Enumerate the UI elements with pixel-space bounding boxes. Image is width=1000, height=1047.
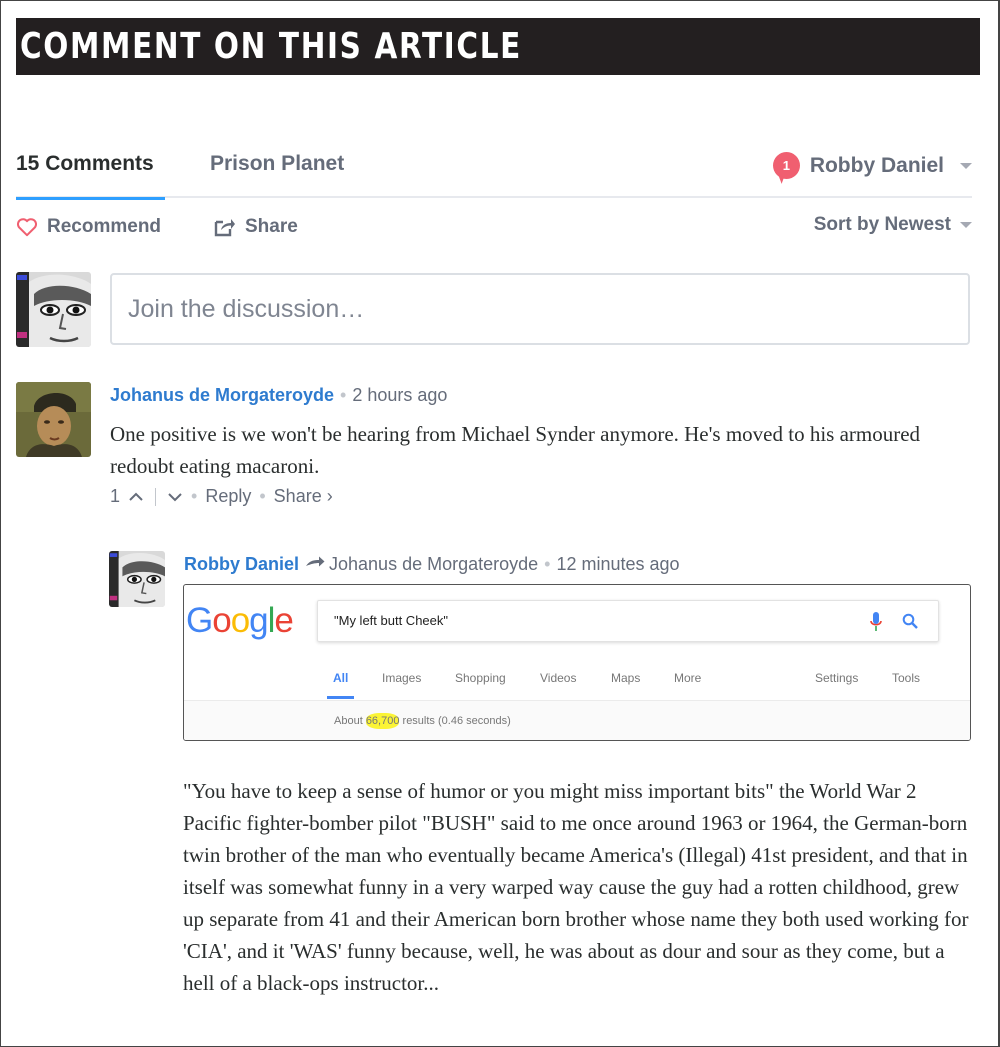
user-name[interactable]: Robby Daniel: [810, 154, 944, 178]
heart-icon: [16, 218, 38, 237]
comment-composer[interactable]: [110, 273, 970, 345]
stats-bar: [184, 701, 970, 740]
stats-suffix: results (0.46 seconds): [402, 715, 511, 727]
search-box: "My left butt Cheek": [317, 600, 939, 642]
comment-body: "You have to keep a sense of humor or yo…: [183, 779, 969, 995]
stats-prefix: About: [334, 715, 363, 727]
search-tabs: All Images Shopping Videos Maps More Set…: [184, 665, 970, 701]
comment-footer: 1 • Reply • Share ›: [110, 486, 333, 507]
recommend-button[interactable]: Recommend: [16, 216, 161, 238]
vote-count: 1: [110, 486, 121, 506]
search-tab: All: [327, 671, 355, 699]
separator-dot: •: [340, 385, 347, 405]
search-tab: Maps: [611, 671, 641, 685]
avatar[interactable]: [16, 382, 91, 457]
share-button[interactable]: Share: [214, 216, 298, 238]
avatar[interactable]: [109, 551, 165, 607]
reply-link[interactable]: Reply: [205, 486, 251, 507]
stats-count-highlighted: 66,700: [365, 713, 400, 729]
upvote-icon[interactable]: [128, 492, 144, 502]
chevron-down-icon[interactable]: [960, 222, 972, 228]
reply-arrow-icon: [306, 556, 325, 567]
search-tab: Images: [382, 671, 422, 685]
search-query: "My left butt Cheek": [334, 613, 448, 628]
search-tab: More: [674, 671, 702, 685]
separator-dot: •: [544, 554, 551, 574]
result-stats: About 66,700 results (0.46 seconds): [334, 713, 511, 729]
comment-header: Johanus de Morgateroyde • 2 hours ago: [110, 385, 447, 406]
sort-label: Sort by Newest: [813, 214, 951, 235]
tab-site[interactable]: Prison Planet: [210, 152, 344, 192]
search-tab: Shopping: [455, 671, 506, 685]
thread-actions: Recommend Share Sort by Newest: [16, 214, 972, 244]
microphone-icon: [870, 612, 882, 631]
separator-dot: •: [259, 486, 266, 506]
comment-author[interactable]: Robby Daniel: [184, 554, 299, 575]
disqus-tabs: 15 Comments Prison Planet 1 Robby Daniel: [16, 150, 972, 200]
share-link[interactable]: Share ›: [274, 486, 333, 507]
share-label: Share: [245, 216, 298, 237]
separator-dot: •: [191, 486, 198, 506]
reply-header: Robby Daniel Johanus de Morgateroyde • 1…: [184, 554, 680, 575]
avatar-image: [16, 382, 91, 457]
avatar[interactable]: [16, 272, 91, 347]
notification-badge[interactable]: 1: [772, 152, 800, 179]
section-banner: COMMENT ON THIS ARTICLE: [16, 18, 980, 75]
search-tab: Videos: [540, 671, 577, 685]
avatar-image: [109, 551, 165, 607]
in-reply-to[interactable]: Johanus de Morgateroyde: [299, 554, 538, 575]
sort-dropdown[interactable]: Sort by Newest: [814, 214, 972, 236]
avatar-image: [16, 272, 91, 347]
share-icon: [214, 219, 235, 237]
search-icon: [902, 613, 918, 629]
user-menu[interactable]: 1 Robby Daniel: [772, 152, 972, 179]
comment-input[interactable]: [128, 275, 958, 343]
recommend-label: Recommend: [47, 216, 162, 237]
search-tools: Tools: [892, 671, 921, 685]
google-logo: Google: [186, 601, 294, 640]
comment-time[interactable]: 2 hours ago: [352, 385, 447, 406]
tab-comments[interactable]: 15 Comments: [16, 152, 165, 200]
comment-time[interactable]: 12 minutes ago: [556, 554, 679, 575]
comment-author[interactable]: Johanus de Morgateroyde: [110, 385, 334, 406]
chevron-down-icon[interactable]: [960, 162, 972, 169]
divider: [155, 487, 157, 506]
downvote-icon[interactable]: [167, 492, 183, 502]
embedded-screenshot: Google "My left butt Cheek" All Images S…: [183, 584, 971, 741]
comment-body: One positive is we won't be hearing from…: [110, 422, 921, 478]
parent-author[interactable]: Johanus de Morgateroyde: [329, 554, 538, 575]
search-settings: Settings: [815, 671, 859, 685]
banner-title: COMMENT ON THIS ARTICLE: [20, 26, 522, 67]
